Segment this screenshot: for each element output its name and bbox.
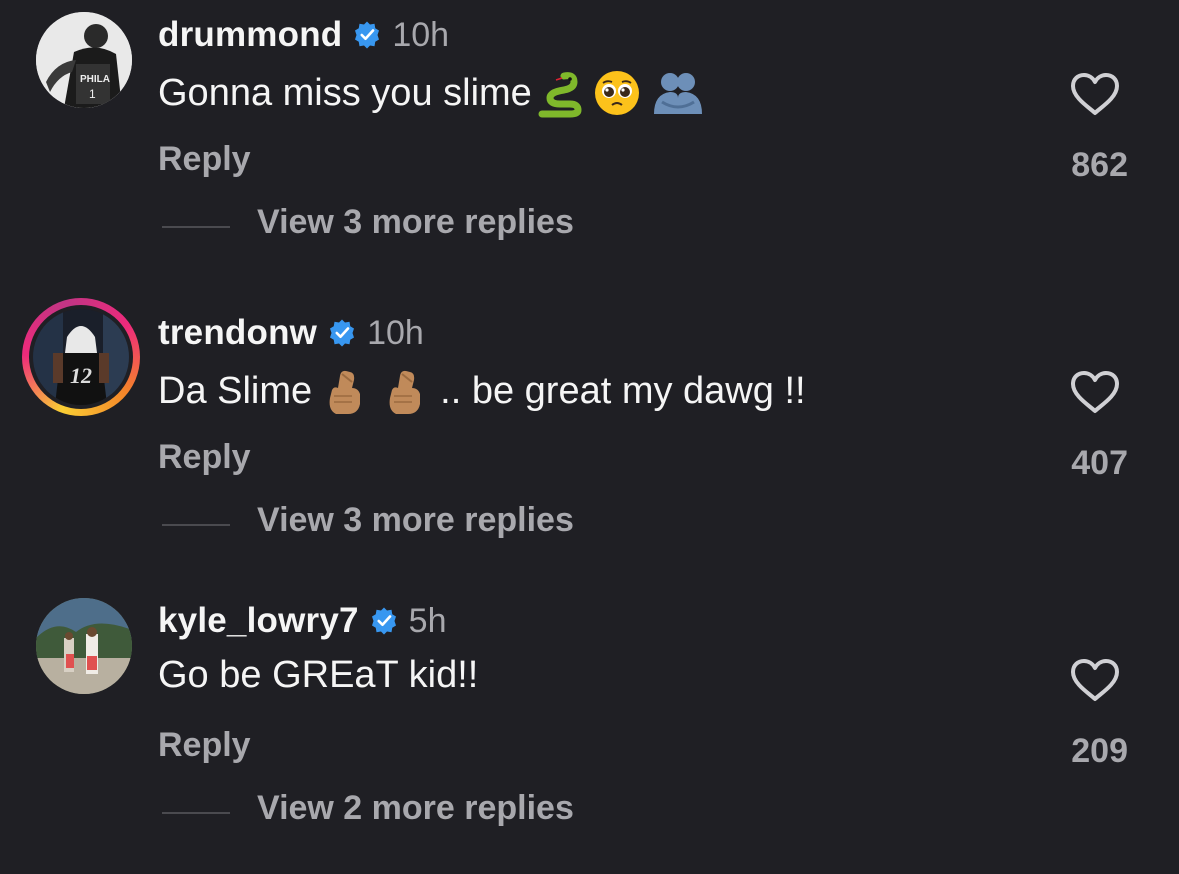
reply-button[interactable]: Reply <box>158 726 251 765</box>
comment-item: 12 trendonw 10h Da Slime .. be great my … <box>0 298 1179 586</box>
avatar[interactable]: PHILA 1 <box>36 12 132 108</box>
comment-header: trendonw 10h <box>158 310 424 356</box>
verified-badge-icon <box>355 21 380 49</box>
people-hugging-emoji-icon <box>653 73 702 114</box>
like-count: 407 <box>1071 444 1128 482</box>
like-count: 862 <box>1071 146 1128 184</box>
replies-divider <box>162 226 230 228</box>
comment-body: Go be GREaT kid!! <box>158 654 479 696</box>
pleading-face-emoji-icon <box>594 71 639 115</box>
comment-body-start: Da Slime <box>158 369 313 412</box>
view-more-replies-button[interactable]: View 3 more replies <box>257 203 574 242</box>
view-more-replies-button[interactable]: View 3 more replies <box>257 501 574 540</box>
svg-text:12: 12 <box>70 363 92 388</box>
timestamp: 10h <box>367 313 424 352</box>
heart-icon[interactable] <box>1070 658 1120 702</box>
comment-header: drummond 10h <box>158 12 449 58</box>
timestamp: 5h <box>408 601 447 640</box>
comment-item: kyle_lowry7 5h Go be GREaT kid!! Reply V… <box>0 586 1179 874</box>
comment-text: Da Slime .. be great my dawg !! <box>158 366 806 416</box>
crossed-fingers-emoji-icon <box>389 370 421 414</box>
snake-emoji-icon <box>538 72 582 118</box>
username[interactable]: kyle_lowry7 <box>158 601 359 641</box>
heart-icon[interactable] <box>1070 72 1120 116</box>
comment-body-end: .. be great my dawg !! <box>440 369 806 412</box>
crossed-fingers-emoji-icon <box>329 370 361 414</box>
svg-text:PHILA: PHILA <box>80 74 110 85</box>
username[interactable]: trendonw <box>158 313 317 353</box>
svg-text:1: 1 <box>89 87 96 101</box>
comment-text: Gonna miss you slime <box>158 68 706 118</box>
replies-divider <box>162 524 230 526</box>
reply-button[interactable]: Reply <box>158 140 251 179</box>
comment-header: kyle_lowry7 5h <box>158 598 447 644</box>
timestamp: 10h <box>392 15 450 54</box>
verified-badge-icon <box>371 607 396 635</box>
comment-body: Gonna miss you slime <box>158 71 532 114</box>
reply-button[interactable]: Reply <box>158 438 251 477</box>
avatar-image: 12 <box>33 309 129 405</box>
verified-badge-icon <box>330 319 355 347</box>
username[interactable]: drummond <box>158 15 342 55</box>
avatar[interactable]: 12 <box>22 298 140 416</box>
like-count: 209 <box>1071 732 1128 770</box>
view-more-replies-button[interactable]: View 2 more replies <box>257 789 574 828</box>
avatar-image <box>36 598 132 694</box>
story-ring: 12 <box>29 305 133 409</box>
avatar[interactable] <box>36 598 132 694</box>
heart-icon[interactable] <box>1070 370 1120 414</box>
comment-text: Go be GREaT kid!! <box>158 654 478 697</box>
comment-item: PHILA 1 drummond 10h Gonna miss you slim… <box>0 0 1179 288</box>
replies-divider <box>162 812 230 814</box>
avatar-image: PHILA 1 <box>36 12 132 108</box>
